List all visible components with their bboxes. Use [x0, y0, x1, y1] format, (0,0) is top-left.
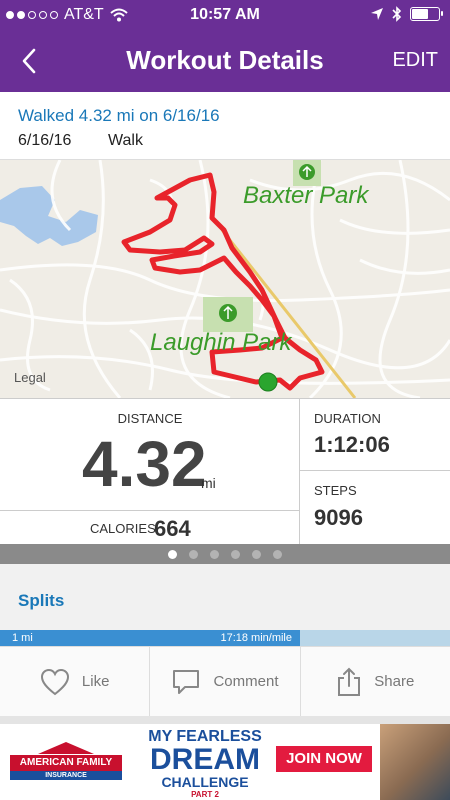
ad-headline: MY FEARLESS DREAM CHALLENGE PART 2 [140, 728, 270, 799]
workout-title: Walked 4.32 mi on 6/16/16 [18, 106, 220, 125]
calories-label: CALORIES [90, 521, 156, 536]
status-bar: AT&T 10:57 AM [0, 0, 450, 30]
ad-headline-4: PART 2 [191, 790, 219, 799]
action-bar: Like Comment Share [0, 646, 450, 716]
page-dot-3[interactable] [210, 549, 219, 559]
map-label-laughin-park: Laughin Park [150, 329, 293, 356]
duration-value: 1:12:06 [314, 432, 390, 457]
map-legal-link[interactable]: Legal [14, 370, 46, 385]
split-pace: 17:18 min/mile [220, 632, 292, 644]
ad-brand-line2: INSURANCE [10, 771, 122, 780]
house-roof-icon [38, 742, 94, 754]
location-arrow-icon [371, 8, 383, 20]
like-label: Like [81, 673, 110, 690]
start-marker [258, 372, 278, 392]
ad-headline-3: CHALLENGE [161, 774, 249, 790]
duration-stat: DURATION 1:12:06 [300, 399, 450, 471]
distance-label: DISTANCE [117, 411, 183, 426]
heart-icon [40, 668, 69, 695]
page-title: Workout Details [126, 45, 324, 75]
workout-summary: Walked 4.32 mi on 6/16/16 6/16/16 Walk [0, 92, 450, 160]
steps-value: 9096 [314, 505, 363, 530]
comment-button[interactable]: Comment [150, 647, 301, 716]
steps-stat: STEPS 9096 [300, 471, 450, 545]
edit-button[interactable]: EDIT [392, 49, 438, 72]
page-dot-6[interactable] [273, 549, 282, 559]
workout-type: Walk [108, 132, 143, 149]
comment-bubble-icon [173, 669, 200, 694]
page-indicator[interactable] [0, 544, 450, 564]
split-row[interactable]: 1 mi 17:18 min/mile [0, 630, 300, 646]
splits-section: Splits 1 mi 17:18 min/mile [0, 564, 450, 646]
ad-content[interactable]: AMERICAN FAMILY INSURANCE MY FEARLESS DR… [0, 724, 450, 800]
page-dot-4[interactable] [231, 549, 240, 559]
workout-date: 6/16/16 [18, 132, 72, 149]
page-dot-1[interactable] [168, 549, 177, 559]
share-label: Share [374, 673, 415, 690]
calories-stat: CALORIES 664 [0, 511, 300, 545]
comment-label: Comment [213, 673, 279, 690]
battery-icon [410, 7, 443, 21]
ad-photo [380, 724, 450, 800]
ad-banner: AMERICAN FAMILY INSURANCE MY FEARLESS DR… [0, 716, 450, 800]
streets [0, 160, 450, 398]
duration-label: DURATION [314, 411, 381, 426]
stats-panel: DISTANCE 4.32 mi CALORIES 664 DURATION 1… [0, 398, 450, 545]
distance-stat: DISTANCE 4.32 mi [0, 399, 300, 511]
nav-bar: Workout Details EDIT [0, 30, 450, 92]
share-icon [338, 667, 361, 696]
steps-label: STEPS [314, 483, 357, 498]
ad-brand-line1: AMERICAN FAMILY [10, 755, 122, 771]
calories-value: 664 [154, 516, 191, 541]
distance-unit: mi [201, 475, 216, 491]
page-dot-2[interactable] [189, 549, 198, 559]
bluetooth-icon [392, 6, 402, 22]
split-distance: 1 mi [12, 632, 33, 644]
like-button[interactable]: Like [0, 647, 151, 716]
american-family-logo: AMERICAN FAMILY INSURANCE [10, 742, 122, 780]
page-dot-5[interactable] [252, 549, 261, 559]
split-row-track [300, 630, 450, 646]
ad-join-now-button[interactable]: JOIN NOW [276, 746, 372, 772]
map-canvas: Baxter Park Laughin Park [0, 160, 450, 398]
route-map[interactable]: Baxter Park Laughin Park Legal [0, 160, 450, 398]
share-button[interactable]: Share [301, 647, 450, 716]
splits-title: Splits [18, 591, 65, 610]
map-label-baxter-park: Baxter Park [243, 182, 370, 209]
status-right [370, 6, 443, 22]
lake-shape [0, 186, 98, 246]
distance-value: 4.32 [82, 428, 207, 500]
ad-headline-2: DREAM [150, 743, 260, 776]
